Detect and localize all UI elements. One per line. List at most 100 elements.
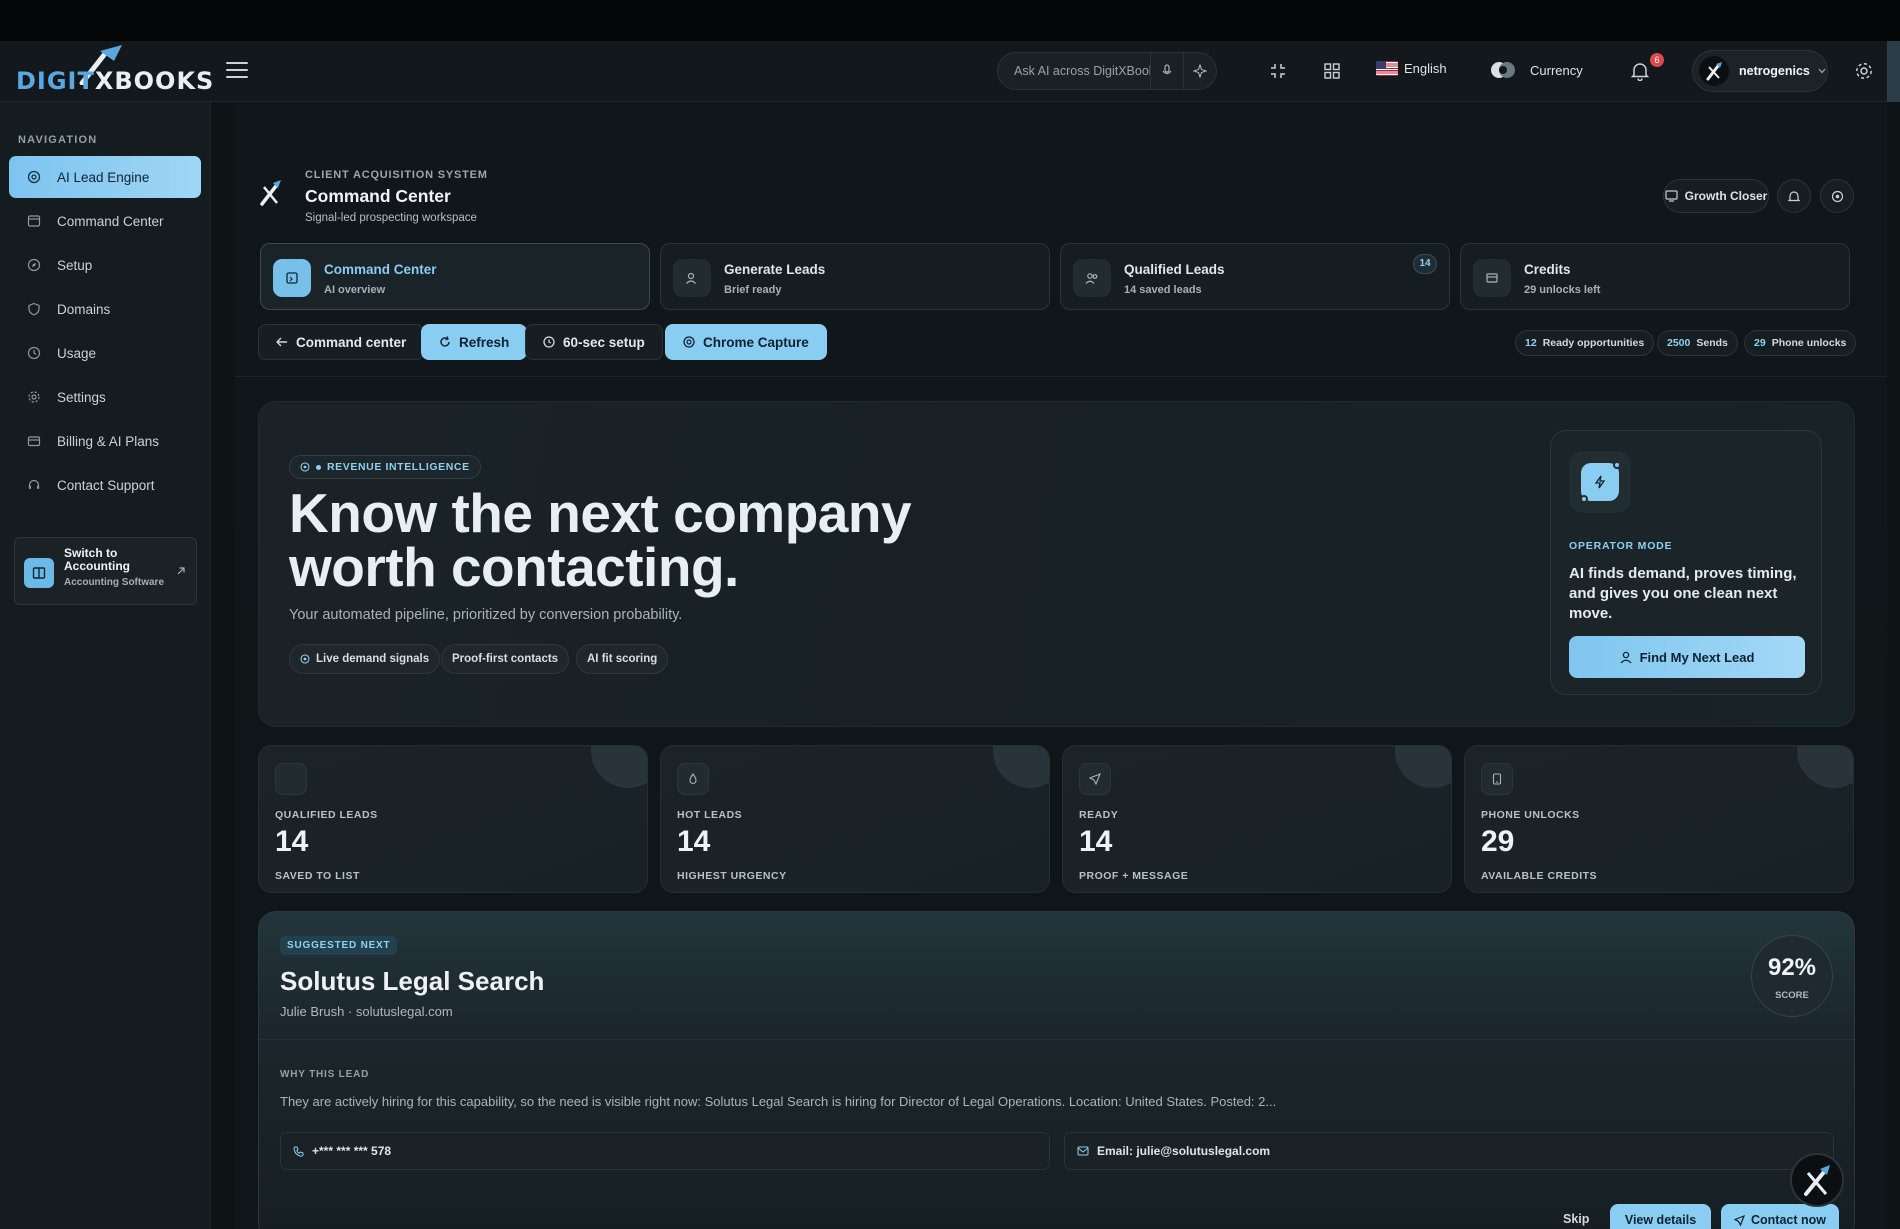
- notifications-bell-icon[interactable]: [1628, 59, 1652, 83]
- hero-panel: REVENUE INTELLIGENCE Know the next compa…: [258, 401, 1855, 727]
- voice-search-button[interactable]: [1150, 53, 1183, 89]
- refresh-button[interactable]: Refresh: [421, 324, 528, 360]
- setup-button[interactable]: 60-sec setup: [525, 324, 663, 360]
- hero-tag-live-demand: Live demand signals: [289, 644, 441, 674]
- view-details-button[interactable]: View details: [1610, 1204, 1711, 1229]
- currency-selector[interactable]: Currency: [1490, 59, 1583, 81]
- fullscreen-icon[interactable]: [1266, 59, 1290, 83]
- why-this-lead-label: WHY THIS LEAD: [280, 1069, 370, 1080]
- brand-logo[interactable]: DIGITXBOOKS: [16, 45, 213, 95]
- page-options-button[interactable]: [1820, 179, 1854, 213]
- step-credits[interactable]: Credits 29 unlocks left: [1460, 243, 1850, 310]
- operator-icon-frame: [1569, 451, 1631, 513]
- sidebar-item-command-center[interactable]: Command Center: [9, 200, 201, 242]
- hero-tag-proof-first: Proof-first contacts: [441, 644, 570, 674]
- settings-gear-icon[interactable]: [1852, 59, 1876, 83]
- lead-email-field[interactable]: Email: julie@solutuslegal.com: [1064, 1132, 1834, 1170]
- assistant-fab-button[interactable]: [1790, 1153, 1844, 1207]
- sparkle-icon: [1193, 64, 1207, 78]
- operator-mode-card: OPERATOR MODE AI finds demand, proves ti…: [1550, 430, 1822, 695]
- page-notifications-button[interactable]: [1777, 179, 1811, 213]
- chrome-capture-button[interactable]: Chrome Capture: [665, 324, 827, 360]
- step-title: Credits: [1524, 262, 1571, 277]
- contact-now-button[interactable]: Contact now: [1721, 1204, 1839, 1229]
- send-icon: [1734, 1214, 1745, 1226]
- lead-score-badge: 92% SCORE: [1751, 935, 1833, 1017]
- gear-icon: [25, 388, 43, 406]
- email-icon: [1077, 1146, 1089, 1156]
- find-next-lead-button[interactable]: Find My Next Lead: [1569, 636, 1805, 678]
- bell-icon: [1788, 190, 1800, 201]
- blank-icon: [275, 763, 307, 795]
- metric-card-phone-unlocks: PHONE UNLOCKS 29 AVAILABLE CREDITS: [1464, 745, 1854, 893]
- sends-chip: 2500 Sends: [1657, 330, 1738, 356]
- step-command-center[interactable]: Command Center AI overview: [260, 243, 650, 310]
- ai-submit-button[interactable]: [1183, 53, 1216, 89]
- metric-value: 14: [275, 825, 309, 858]
- section-divider: [235, 376, 1887, 377]
- sidebar-item-label: Domains: [57, 301, 111, 317]
- language-selector[interactable]: English: [1376, 61, 1447, 76]
- step-qualified-leads[interactable]: Qualified Leads 14 saved leads 14: [1060, 243, 1450, 310]
- sidebar-item-setup[interactable]: Setup: [9, 244, 201, 286]
- chevron-down-icon: [1818, 68, 1826, 74]
- growth-closer-label: Growth Closer: [1684, 189, 1768, 203]
- chip-label: Sends: [1696, 337, 1728, 349]
- step-generate-leads[interactable]: Generate Leads Brief ready: [660, 243, 1050, 310]
- notifications-count-badge: 6: [1650, 53, 1664, 67]
- sidebar-item-ai-lead-engine[interactable]: AI Lead Engine: [9, 156, 201, 198]
- metric-value: 14: [1079, 825, 1113, 858]
- apps-grid-icon[interactable]: [1320, 59, 1344, 83]
- chip-value: 12: [1525, 337, 1537, 349]
- skip-lead-button[interactable]: Skip: [1563, 1212, 1589, 1226]
- card-divider: [259, 1039, 1854, 1040]
- app-header: DIGITXBOOKS English Currency 6 netrogeni…: [0, 41, 1900, 102]
- hero-tag-label: Live demand signals: [316, 653, 430, 665]
- sidebar-item-label: Billing & AI Plans: [57, 433, 160, 449]
- ai-search-input[interactable]: [1014, 64, 1150, 78]
- page-eyebrow: CLIENT ACQUISITION SYSTEM: [305, 169, 488, 181]
- page-title: Command Center: [305, 186, 451, 206]
- ai-search-bar: [997, 52, 1217, 90]
- main-content: CLIENT ACQUISITION SYSTEM Command Center…: [235, 102, 1887, 1229]
- sidebar-item-domains[interactable]: Domains: [9, 288, 201, 330]
- switch-to-accounting-card[interactable]: Switch to Accounting Accounting Software: [14, 537, 197, 605]
- view-details-label: View details: [1624, 1213, 1697, 1227]
- arrow-left-icon: [276, 337, 287, 347]
- chip-label: Ready opportunities: [1542, 337, 1645, 349]
- external-arrow-icon: [177, 567, 185, 575]
- step-subtitle: 29 unlocks left: [1524, 284, 1601, 296]
- refresh-icon: [440, 336, 450, 347]
- app-mark-icon: [1804, 1165, 1830, 1196]
- back-to-command-center-button[interactable]: Command center: [258, 324, 425, 360]
- send-icon: [1079, 763, 1111, 795]
- sidebar-item-settings[interactable]: Settings: [9, 376, 201, 418]
- sidebar: NAVIGATION AI Lead Engine Command Center…: [0, 102, 211, 1229]
- phone-unlocks-chip: 29 Phone unlocks: [1744, 330, 1857, 356]
- menu-toggle-icon[interactable]: [226, 62, 248, 80]
- metric-value: 14: [677, 825, 711, 858]
- sidebar-item-billing[interactable]: Billing & AI Plans: [9, 420, 201, 462]
- user-menu-button[interactable]: netrogenics: [1692, 50, 1828, 92]
- app-mark-icon: [256, 177, 286, 207]
- switch-card-subtitle: Accounting Software: [64, 577, 165, 588]
- lead-phone-field[interactable]: +*** *** *** 578: [280, 1132, 1050, 1170]
- metric-label: QUALIFIED LEADS: [275, 809, 378, 821]
- why-this-lead-text: They are actively hiring for this capabi…: [280, 1094, 1277, 1109]
- monitor-icon: [1665, 190, 1678, 202]
- shield-icon: [25, 300, 43, 318]
- growth-closer-button[interactable]: Growth Closer: [1663, 179, 1769, 213]
- user-icon: [1620, 651, 1632, 663]
- sidebar-item-usage[interactable]: Usage: [9, 332, 201, 374]
- step-subtitle: 14 saved leads: [1124, 284, 1202, 296]
- sidebar-item-label: Settings: [57, 389, 106, 405]
- lead-phone-value: +*** *** *** 578: [312, 1144, 392, 1158]
- score-label: SCORE: [1775, 990, 1809, 1001]
- sidebar-item-label: Contact Support: [57, 477, 155, 493]
- sidebar-item-contact-support[interactable]: Contact Support: [9, 464, 201, 506]
- target-circle-icon: [1831, 190, 1843, 202]
- chrome-capture-label: Chrome Capture: [703, 334, 809, 350]
- decorative-blob: [1395, 746, 1451, 788]
- target-icon: [300, 462, 310, 472]
- metric-sub: PROOF + MESSAGE: [1079, 870, 1189, 882]
